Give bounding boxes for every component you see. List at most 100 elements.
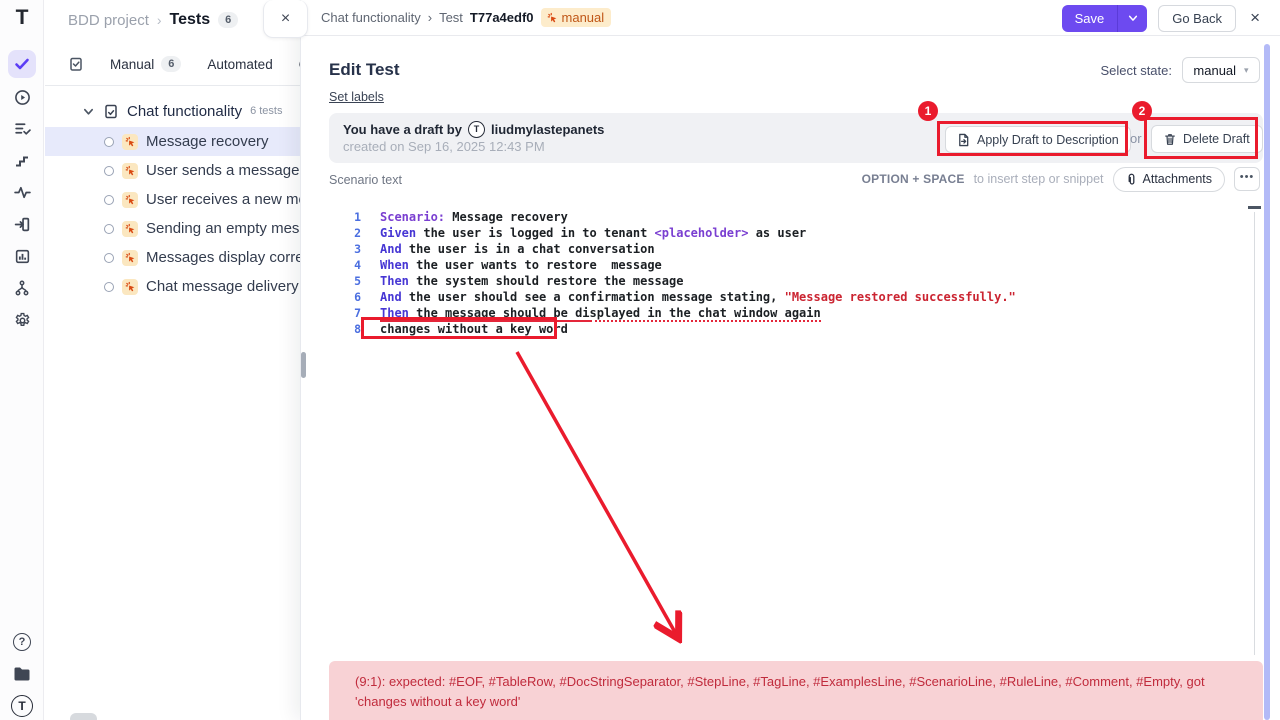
panel-close-button[interactable]: × <box>263 0 308 38</box>
set-labels-link[interactable]: Set labels <box>329 90 384 104</box>
test-list: Message recovery User sends a message suc… <box>45 127 300 301</box>
apply-draft-label: Apply Draft to Description <box>977 133 1119 147</box>
close-icon[interactable]: × <box>1247 8 1263 28</box>
line-number: 7 <box>329 305 361 321</box>
code-segment: Scenario: <box>380 210 445 224</box>
panel-resize-handle[interactable] <box>301 352 306 378</box>
trash-icon <box>1164 133 1176 146</box>
test-status-circle[interactable] <box>104 137 114 147</box>
test-item[interactable]: Chat message delivery statu <box>45 272 300 301</box>
select-state-label: Select state: <box>1100 63 1172 78</box>
code-segment: splayed in the chat window again <box>590 306 821 322</box>
breadcrumb-page[interactable]: Tests <box>170 11 211 29</box>
more-options-button[interactable]: ••• <box>1234 167 1260 191</box>
code-segment: Given <box>380 226 416 240</box>
attachments-button[interactable]: Attachments <box>1113 167 1225 192</box>
nav-import-icon[interactable] <box>8 210 36 238</box>
test-status-circle[interactable] <box>104 253 114 263</box>
test-item[interactable]: User sends a message succe <box>45 156 300 185</box>
scenario-editor[interactable]: 1Scenario: Message recovery2 Given the us… <box>329 209 1259 337</box>
nav-settings-icon[interactable] <box>8 306 36 334</box>
draft-intro: You have a draft by <box>343 122 462 137</box>
test-status-circle[interactable] <box>104 195 114 205</box>
drawer-breadcrumb-sep: › <box>428 10 432 25</box>
help-icon[interactable]: ? <box>8 628 36 656</box>
state-select[interactable]: manual ▾ <box>1182 57 1260 83</box>
code-line[interactable]: 8changes without a key word <box>329 321 1259 337</box>
divider <box>45 85 300 86</box>
code-line[interactable]: 1Scenario: Message recovery <box>329 209 1259 225</box>
code-line[interactable]: 6And the user should see a confirmation … <box>329 289 1259 305</box>
suite-doc-icon <box>104 104 118 119</box>
test-status-circle[interactable] <box>104 282 114 292</box>
tests-panel: BDD project › Tests 6 Manual 6 Automated… <box>45 0 300 720</box>
select-all-icon[interactable] <box>68 56 84 72</box>
code-line[interactable]: 4When the user wants to restore message <box>329 257 1259 273</box>
code-segment: the user is in a chat conversation <box>402 242 655 256</box>
app-root: T ? <box>0 0 1280 720</box>
test-item[interactable]: Message recovery <box>45 127 300 156</box>
nav-reports-icon[interactable] <box>8 242 36 270</box>
manual-test-icon <box>122 134 138 150</box>
attachments-label: Attachments <box>1143 172 1212 186</box>
apply-draft-button[interactable]: Apply Draft to Description <box>945 126 1131 153</box>
docs-icon[interactable] <box>8 660 36 688</box>
tests-count-badge: 6 <box>218 12 238 28</box>
code-segment: <placeholder> <box>655 226 749 240</box>
drawer-breadcrumb-test-word: Test <box>439 10 463 25</box>
suite-title[interactable]: Chat functionality <box>127 103 242 120</box>
nav-pulse-icon[interactable] <box>8 178 36 206</box>
select-caret-icon: ▾ <box>1244 65 1249 76</box>
code-line[interactable]: 5Then the system should restore the mess… <box>329 273 1259 289</box>
code-segment: the user is logged in to tenant <box>416 226 654 240</box>
paperclip-icon <box>1126 173 1137 186</box>
test-item[interactable]: User receives a new messag <box>45 185 300 214</box>
error-message: (9:1): expected: #EOF, #TableRow, #DocSt… <box>355 672 1237 712</box>
drawer-scrollbar[interactable] <box>1264 44 1270 720</box>
manual-test-icon <box>122 279 138 295</box>
code-line[interactable]: 3And the user is in a chat conversation <box>329 241 1259 257</box>
test-title: Message recovery <box>146 133 269 150</box>
manual-test-icon <box>122 250 138 266</box>
nav-plans-icon[interactable] <box>8 114 36 142</box>
code-line[interactable]: 7Then the message should be displayed in… <box>329 305 1259 321</box>
tab-manual[interactable]: Manual 6 <box>110 56 181 72</box>
test-item[interactable]: Messages display correct tim <box>45 243 300 272</box>
gherkin-error-banner: (9:1): expected: #EOF, #TableRow, #DocSt… <box>329 661 1263 720</box>
line-number: 6 <box>329 289 361 305</box>
or-text: or <box>1130 131 1142 146</box>
breadcrumb-separator: › <box>157 12 162 28</box>
code-segment: the user wants to restore message <box>409 258 662 272</box>
user-avatar[interactable]: T <box>8 692 36 720</box>
breadcrumb-project[interactable]: BDD project <box>68 12 149 29</box>
save-dropdown-button[interactable] <box>1117 5 1147 32</box>
save-button[interactable]: Save <box>1062 5 1118 32</box>
manual-test-icon <box>122 163 138 179</box>
code-segment: the message should be di <box>409 306 590 322</box>
test-item[interactable]: Sending an empty message <box>45 214 300 243</box>
chevron-down-icon[interactable] <box>83 106 94 117</box>
manual-test-icon <box>122 192 138 208</box>
nav-tests-icon[interactable] <box>8 50 36 78</box>
delete-draft-label: Delete Draft <box>1183 132 1250 146</box>
app-logo[interactable]: T <box>0 6 44 30</box>
nav-runs-icon[interactable] <box>8 83 36 111</box>
code-segment: When <box>380 258 409 272</box>
line-number: 8 <box>329 321 361 337</box>
delete-draft-button[interactable]: Delete Draft <box>1151 125 1263 153</box>
nav-branches-icon[interactable] <box>8 274 36 302</box>
page-title: Edit Test <box>329 60 400 80</box>
tab-automated[interactable]: Automated <box>207 57 272 72</box>
editor-scrollbar-thumb[interactable] <box>1248 206 1261 209</box>
draft-banner: You have a draft by T liudmylastepanets … <box>329 113 1263 163</box>
code-line[interactable]: 2 Given the user is logged in to tenant <… <box>329 225 1259 241</box>
bottom-pill <box>70 713 97 720</box>
line-number: 2 <box>329 225 361 241</box>
test-status-circle[interactable] <box>104 166 114 176</box>
edit-test-drawer: Chat functionality › Test T77a4edf0 manu… <box>300 0 1280 720</box>
nav-steps-icon[interactable] <box>8 146 36 174</box>
test-status-circle[interactable] <box>104 224 114 234</box>
suite-row[interactable]: Chat functionality 6 tests <box>45 98 300 124</box>
drawer-breadcrumb-folder[interactable]: Chat functionality <box>321 10 421 25</box>
go-back-button[interactable]: Go Back <box>1158 5 1236 32</box>
